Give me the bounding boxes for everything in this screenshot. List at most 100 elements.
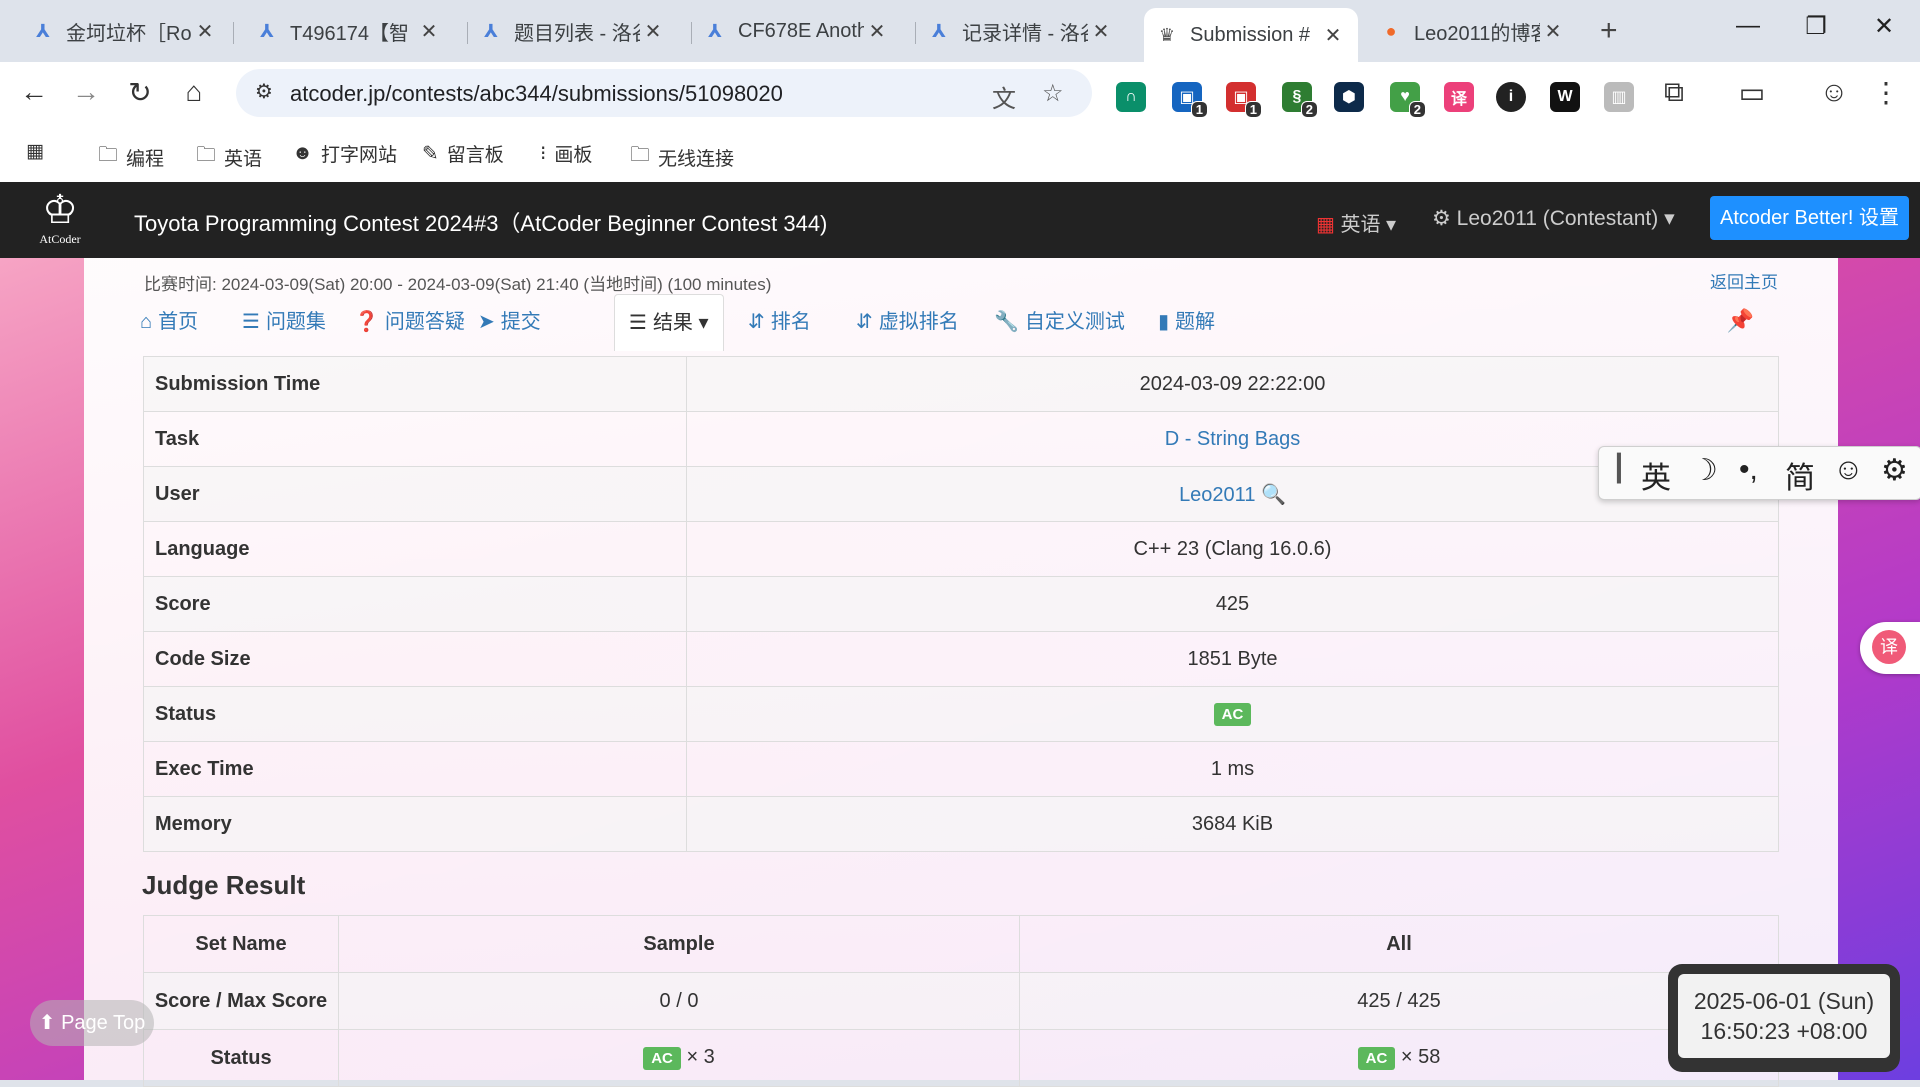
home-icon[interactable]: ⌂ (174, 76, 214, 108)
contest-time: 比赛时间: 2024-03-09(Sat) 20:00 - 2024-03-09… (144, 275, 772, 294)
bookmark-3[interactable]: ✎ 留言板 (422, 140, 504, 167)
bookmark-1[interactable]: 🗀 英语 (196, 140, 262, 174)
tab-virtual-standings[interactable]: ⇵ 虚拟排名 (856, 294, 959, 350)
translate-float-button[interactable]: 译 (1860, 622, 1920, 674)
tab-title: Leo2011的博客 (1414, 22, 1540, 45)
settings-gear-icon[interactable]: ⚙ (1881, 453, 1908, 488)
atcoder-better-settings-button[interactable]: Atcoder Better! 设置 (1710, 196, 1909, 240)
row-key: Submission Time (143, 356, 687, 412)
code-size-value: 1851 Byte (686, 631, 1779, 687)
language-dropdown[interactable]: ▦ 英语 ▾ (1316, 208, 1396, 237)
close-icon[interactable]: ✕ (640, 19, 666, 44)
row-key: Status (143, 686, 687, 742)
task-link[interactable]: D - String Bags (1165, 428, 1301, 450)
ext-green-icon[interactable]: § 2 (1282, 82, 1318, 118)
sample-count: × 3 (686, 1046, 715, 1068)
menu-dots-icon[interactable]: ⋮ (1866, 76, 1906, 109)
user-link[interactable]: Leo2011 (1179, 484, 1255, 506)
bookmark-0[interactable]: 🗀 编程 (98, 140, 164, 174)
user-dropdown[interactable]: ⚙ Leo2011 (Contestant) ▾ (1432, 206, 1675, 231)
ext-w-icon[interactable]: W (1550, 82, 1580, 112)
gear-icon: ⚙ (1432, 207, 1451, 230)
url-text[interactable]: atcoder.jp/contests/abc344/submissions/5… (290, 81, 783, 107)
star-icon[interactable]: ☆ (1042, 79, 1064, 108)
tab-2[interactable]: ⅄ 题目列表 - 洛谷 ✕ (468, 10, 678, 52)
back-home-link[interactable]: 返回主页 (1710, 268, 1778, 293)
drag-handle-icon[interactable]: ┃ (1611, 453, 1627, 484)
close-icon[interactable]: ✕ (864, 19, 890, 44)
page-top-button[interactable]: ⬆ Page Top (30, 1000, 154, 1046)
atcoder-navbar: ♔ AtCoder Toyota Programming Contest 202… (0, 182, 1920, 258)
bookmark-4[interactable]: ⁝ 画板 (540, 140, 592, 167)
atcoder-logo[interactable]: ♔ AtCoder (20, 188, 100, 252)
bookmark-2[interactable]: ☻ 打字网站 (292, 140, 397, 167)
simplified-char[interactable]: 简 (1785, 453, 1815, 497)
tab-5-active[interactable]: ♛ Submission # ✕ (1144, 8, 1358, 62)
all-count: × 58 (1400, 1046, 1441, 1068)
home-icon: ⌂ (140, 311, 153, 333)
tab-custom-test[interactable]: 🔧 自定义测试 (994, 294, 1125, 350)
folder-icon: 🗀 (196, 144, 216, 166)
close-icon[interactable]: ✕ (192, 19, 218, 44)
contest-title[interactable]: Toyota Programming Contest 2024#3（AtCode… (134, 206, 827, 238)
ext-translate-icon[interactable]: 译 (1444, 82, 1474, 112)
reading-mode-icon[interactable]: ▭ (1732, 76, 1772, 109)
extensions-icon[interactable]: ⧉ (1654, 76, 1694, 109)
tab-6[interactable]: ● Leo2011的博客 ✕ (1368, 10, 1578, 52)
table-row: Score 425 (143, 576, 1779, 632)
ext-shield-icon[interactable]: ♥ 2 (1390, 82, 1426, 118)
close-icon[interactable]: ✕ (1088, 19, 1114, 44)
tab-standings[interactable]: ⇵ 排名 (748, 294, 811, 350)
back-icon[interactable]: ← (14, 76, 54, 108)
pin-icon[interactable]: 📌 (1727, 308, 1754, 334)
ext-red-icon[interactable]: ▣ 1 (1226, 82, 1262, 118)
close-icon[interactable]: ✕ (1320, 23, 1346, 48)
ext-chart-icon[interactable]: ▥ (1604, 82, 1634, 112)
close-window-icon[interactable]: ✕ (1864, 12, 1904, 41)
wrench-icon: 🔧 (994, 311, 1019, 333)
tab-4[interactable]: ⅄ 记录详情 - 洛谷 ✕ (916, 10, 1126, 52)
close-icon[interactable]: ✕ (416, 19, 442, 44)
profile-avatar-icon[interactable]: ☺ (1814, 76, 1854, 108)
col-all: All (1019, 915, 1779, 973)
close-icon[interactable]: ✕ (1540, 19, 1566, 44)
restore-icon[interactable]: ❐ (1796, 12, 1836, 41)
moon-icon[interactable]: ☽ (1691, 453, 1718, 488)
forward-icon[interactable]: → (66, 76, 106, 108)
ext-dark-icon[interactable]: i (1496, 82, 1526, 112)
tab-results[interactable]: ☰ 结果 ▾ (614, 294, 724, 351)
ext-blue-icon[interactable]: ▣ 1 (1172, 82, 1208, 118)
tab-tasks[interactable]: ☰ 问题集 (242, 294, 326, 350)
tab-clarifications[interactable]: ❓ 问题答疑 (354, 294, 465, 350)
tab-3[interactable]: ⅄ CF678E Anoth ✕ (692, 10, 902, 52)
apps-icon[interactable]: ▦ (26, 140, 44, 163)
tab-1[interactable]: ⅄ T496174【智 ✕ (244, 10, 454, 52)
tab-0[interactable]: ⅄ 金坷垃杯［Ro ✕ (20, 10, 230, 52)
table-row: Task D - String Bags (143, 411, 1779, 467)
tab-home[interactable]: ⌂ 首页 (140, 294, 198, 350)
new-tab-button[interactable]: + (1600, 14, 1618, 48)
main-container: 比赛时间: 2024-03-09(Sat) 20:00 - 2024-03-09… (84, 258, 1838, 1087)
reload-icon[interactable]: ↻ (120, 76, 160, 109)
status-badge: AC (643, 1047, 681, 1070)
table-row: Language C++ 23 (Clang 16.0.6) (143, 521, 1779, 577)
table-row: Submission Time 2024-03-09 22:22:00 (143, 356, 1779, 412)
search-icon[interactable]: 🔍 (1261, 484, 1286, 506)
address-bar[interactable]: ⚙ atcoder.jp/contests/abc344/submissions… (236, 69, 1092, 117)
translate-icon[interactable]: 文 (992, 79, 1016, 114)
tab-editorial[interactable]: ▮ 题解 (1158, 294, 1215, 350)
list-icon: ☰ (242, 311, 260, 333)
row-key: User (143, 466, 687, 522)
site-info-icon[interactable]: ⚙ (250, 79, 278, 107)
status-badge: AC (1357, 1047, 1396, 1070)
bookmark-5[interactable]: 🗀 无线连接 (630, 140, 734, 174)
table-row: Exec Time 1 ms (143, 741, 1779, 797)
sort-icon: ⇵ (856, 311, 873, 333)
minimize-icon[interactable]: — (1728, 12, 1768, 40)
ext-hex-icon[interactable]: ⬢ (1334, 82, 1364, 112)
ime-mode-char[interactable]: 英 (1641, 453, 1671, 497)
arc-icon[interactable]: ∩ (1116, 82, 1146, 112)
tab-submit[interactable]: ➤ 提交 (478, 294, 541, 350)
punctuation-icon[interactable]: •, (1739, 453, 1758, 487)
emoji-icon[interactable]: ☺ (1833, 453, 1864, 487)
